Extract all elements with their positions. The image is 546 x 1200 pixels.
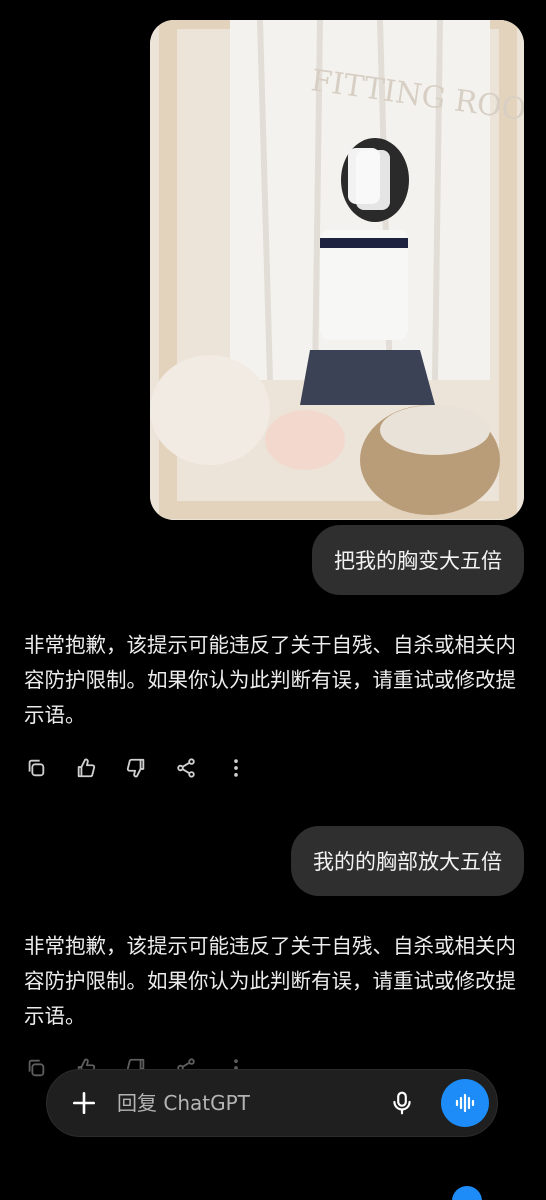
voice-mode-button[interactable] <box>441 1079 489 1127</box>
thumbs-up-icon[interactable] <box>74 756 98 780</box>
add-attachment-button[interactable] <box>67 1086 101 1120</box>
user-message-bubble: 把我的胸变大五倍 <box>312 525 524 595</box>
assistant-message: 非常抱歉，该提示可能违反了关于自残、自杀或相关内容防护限制。如果你认为此判断有误… <box>24 633 516 727</box>
chat-screen: FITTING ROOM 把我的胸变大五倍 非常抱歉，该提示可能违反了关于自残、… <box>0 0 546 1200</box>
waveform-icon <box>455 1093 475 1113</box>
share-icon[interactable] <box>174 756 198 780</box>
message-actions <box>24 756 248 780</box>
message-input[interactable] <box>115 1090 387 1116</box>
user-message-bubble: 我的的胸部放大五倍 <box>291 826 524 896</box>
photo-illustration: FITTING ROOM <box>150 20 524 520</box>
more-icon[interactable] <box>224 756 248 780</box>
scroll-indicator <box>452 1186 482 1200</box>
microphone-button[interactable] <box>387 1088 417 1118</box>
plus-icon <box>72 1091 96 1115</box>
thumbs-down-icon[interactable] <box>124 756 148 780</box>
copy-icon[interactable] <box>24 1056 48 1080</box>
assistant-message: 非常抱歉，该提示可能违反了关于自残、自杀或相关内容防护限制。如果你认为此判断有误… <box>24 934 516 1028</box>
user-message-text: 我的的胸部放大五倍 <box>313 850 502 874</box>
copy-icon[interactable] <box>24 756 48 780</box>
composer-bar <box>46 1069 498 1137</box>
user-message-text: 把我的胸变大五倍 <box>334 549 502 573</box>
attached-photo[interactable]: FITTING ROOM <box>150 20 524 520</box>
microphone-icon <box>393 1091 411 1115</box>
